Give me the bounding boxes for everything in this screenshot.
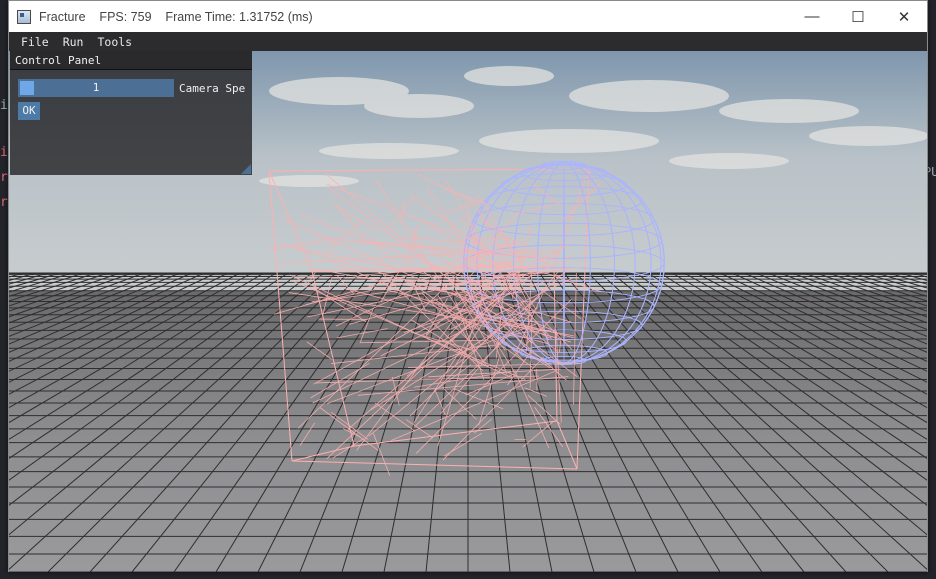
app-icon[interactable] bbox=[17, 9, 31, 24]
menu-run[interactable]: Run bbox=[63, 35, 84, 49]
maximize-icon: ☐ bbox=[851, 8, 865, 26]
control-panel-title: Control Panel bbox=[15, 53, 102, 67]
editor-text-fragment: r bbox=[0, 170, 8, 185]
window-title: Fracture FPS: 759 Frame Time: 1.31752 (m… bbox=[39, 9, 313, 24]
menu-bar: File Run Tools bbox=[9, 32, 927, 51]
editor-text-fragment: i bbox=[0, 98, 8, 113]
editor-text-fragment: r bbox=[0, 195, 8, 210]
menu-tools[interactable]: Tools bbox=[97, 35, 132, 49]
minimize-icon: — bbox=[804, 8, 820, 25]
maximize-button[interactable]: ☐ bbox=[835, 1, 881, 32]
menu-file[interactable]: File bbox=[21, 35, 49, 49]
control-panel[interactable]: Control Panel 1 Camera Spe OK bbox=[10, 51, 252, 175]
resize-grip[interactable] bbox=[241, 164, 251, 174]
camera-speed-row: 1 Camera Spe bbox=[18, 79, 249, 97]
window-controls: — ☐ ✕ bbox=[789, 1, 927, 32]
camera-speed-label: Camera Spe bbox=[179, 81, 246, 95]
minimize-button[interactable]: — bbox=[789, 1, 835, 32]
title-bar[interactable]: Fracture FPS: 759 Frame Time: 1.31752 (m… bbox=[9, 1, 927, 32]
editor-text-fragment: i bbox=[0, 145, 8, 160]
app-window: Fracture FPS: 759 Frame Time: 1.31752 (m… bbox=[8, 0, 928, 572]
control-panel-titlebar[interactable]: Control Panel bbox=[10, 51, 252, 70]
camera-speed-slider[interactable]: 1 bbox=[18, 79, 174, 97]
close-button[interactable]: ✕ bbox=[881, 1, 927, 32]
close-icon: ✕ bbox=[897, 8, 911, 26]
slider-value: 1 bbox=[92, 81, 100, 94]
ok-button[interactable]: OK bbox=[18, 102, 40, 120]
